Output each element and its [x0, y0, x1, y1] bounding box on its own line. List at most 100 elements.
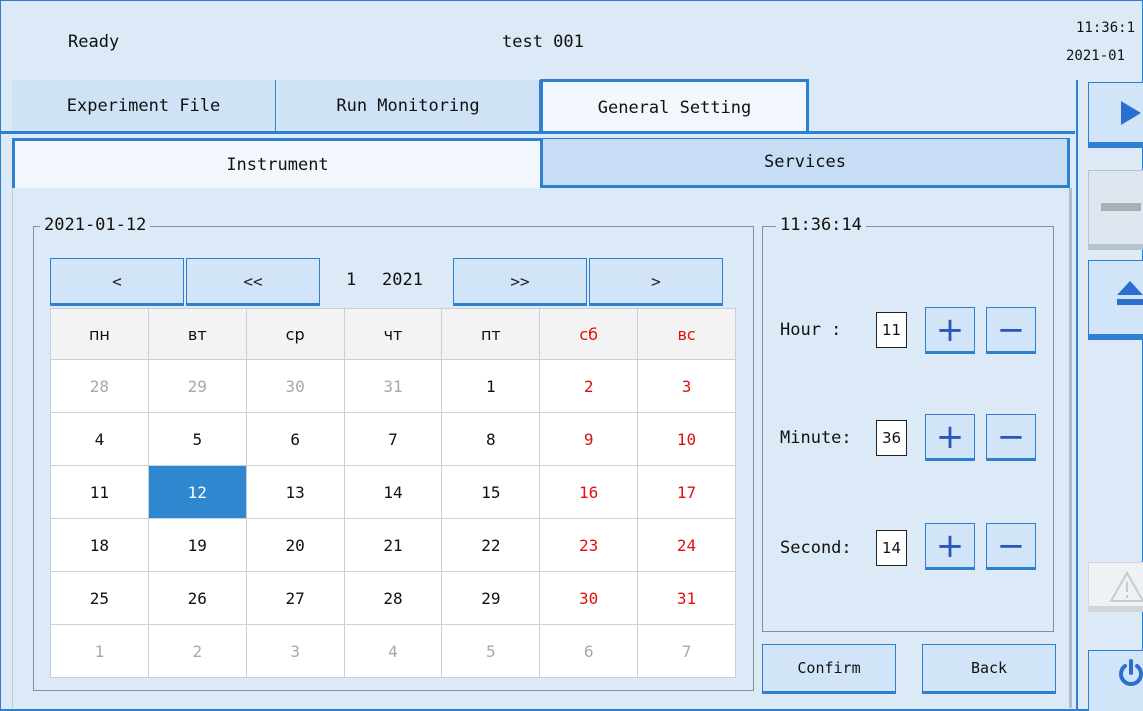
- tab-underline: [0, 131, 1075, 134]
- day-cell[interactable]: 5: [441, 624, 541, 678]
- minute-label: Minute:: [780, 428, 852, 448]
- weekday-header-row: пн вт ср чт пт сб вс: [50, 308, 736, 360]
- prev-year-button[interactable]: <<: [186, 258, 320, 306]
- back-button[interactable]: Back: [922, 644, 1056, 694]
- day-cell[interactable]: 2: [147, 624, 247, 678]
- day-cell[interactable]: 20: [245, 518, 345, 572]
- day-cell[interactable]: 4: [343, 624, 443, 678]
- day-cell[interactable]: 30: [245, 359, 345, 413]
- hour-decrement-button[interactable]: −: [986, 307, 1036, 354]
- weekday-sat: сб: [539, 308, 639, 360]
- day-cell[interactable]: 28: [50, 359, 149, 413]
- prev-month-button[interactable]: <: [50, 258, 184, 306]
- weekday-mon: пн: [50, 308, 149, 360]
- hour-label: Hour :: [780, 320, 842, 340]
- day-cell[interactable]: 29: [147, 359, 247, 413]
- run-button[interactable]: [1088, 82, 1143, 148]
- weekday-tue: вт: [147, 308, 247, 360]
- second-increment-button[interactable]: +: [925, 523, 975, 570]
- day-cell[interactable]: 1: [50, 624, 149, 678]
- minute-increment-button[interactable]: +: [925, 414, 975, 461]
- day-cell[interactable]: 13: [245, 465, 345, 519]
- tab-instrument[interactable]: Instrument: [12, 138, 540, 188]
- day-cell[interactable]: 29: [441, 571, 541, 625]
- day-cell[interactable]: 8: [441, 412, 541, 466]
- weekday-wed: ср: [245, 308, 345, 360]
- calendar-grid: пн вт ср чт пт сб вс 28 29 30 31 1 2 3 4…: [50, 308, 736, 678]
- eject-icon: [1115, 279, 1143, 313]
- day-cell[interactable]: 27: [245, 571, 345, 625]
- play-icon: [1119, 99, 1143, 131]
- day-cell[interactable]: 5: [147, 412, 247, 466]
- next-month-button[interactable]: >: [589, 258, 723, 306]
- stop-icon: [1101, 198, 1141, 217]
- week-row: 4 5 6 7 8 9 10: [50, 412, 736, 466]
- day-cell[interactable]: 21: [343, 518, 443, 572]
- eject-button[interactable]: [1088, 260, 1143, 340]
- date-legend: 2021-01-12: [40, 215, 151, 235]
- day-cell[interactable]: 25: [50, 571, 149, 625]
- second-label: Second:: [780, 538, 852, 558]
- tab-general-setting[interactable]: General Setting: [540, 79, 809, 133]
- day-cell[interactable]: 18: [50, 518, 149, 572]
- clock-date: 2021-01: [1066, 48, 1126, 64]
- day-cell[interactable]: 3: [245, 624, 345, 678]
- time-legend: 11:36:14: [776, 215, 866, 235]
- next-year-button[interactable]: >>: [453, 258, 587, 306]
- week-row: 18 19 20 21 22 23 24: [50, 518, 736, 572]
- week-row: 25 26 27 28 29 30 31: [50, 571, 736, 625]
- day-cell[interactable]: 9: [539, 412, 639, 466]
- status-label: Ready: [68, 32, 120, 52]
- day-cell[interactable]: 19: [147, 518, 247, 572]
- day-cell[interactable]: 31: [637, 571, 736, 625]
- day-cell[interactable]: 30: [539, 571, 639, 625]
- day-cell[interactable]: 22: [441, 518, 541, 572]
- hour-increment-button[interactable]: +: [925, 307, 975, 354]
- weekday-thu: чт: [343, 308, 443, 360]
- hour-field[interactable]: 11: [876, 312, 907, 348]
- day-cell[interactable]: 14: [343, 465, 443, 519]
- day-cell[interactable]: 26: [147, 571, 247, 625]
- power-icon: [1117, 659, 1143, 691]
- day-cell[interactable]: 4: [50, 412, 149, 466]
- week-row: 11 12 13 14 15 16 17: [50, 465, 736, 519]
- warning-icon: [1109, 570, 1143, 607]
- tab-run-monitoring[interactable]: Run Monitoring: [277, 80, 540, 132]
- weekday-fri: пт: [441, 308, 541, 360]
- day-cell[interactable]: 17: [637, 465, 736, 519]
- minute-decrement-button[interactable]: −: [986, 414, 1036, 461]
- clock-time: 11:36:1: [1076, 20, 1136, 36]
- day-cell[interactable]: 23: [539, 518, 639, 572]
- day-cell[interactable]: 24: [637, 518, 736, 572]
- side-divider: [1076, 80, 1078, 711]
- year-display: 2021: [382, 270, 423, 290]
- confirm-button[interactable]: Confirm: [762, 644, 896, 694]
- day-cell[interactable]: 2: [539, 359, 639, 413]
- day-cell[interactable]: 7: [343, 412, 443, 466]
- day-cell[interactable]: 6: [539, 624, 639, 678]
- tab-services[interactable]: Services: [540, 138, 1070, 188]
- day-cell[interactable]: 10: [637, 412, 736, 466]
- second-field[interactable]: 14: [876, 530, 907, 566]
- day-cell[interactable]: 6: [245, 412, 345, 466]
- power-button[interactable]: [1088, 650, 1143, 711]
- day-cell-selected[interactable]: 12: [147, 465, 247, 519]
- day-cell[interactable]: 7: [637, 624, 736, 678]
- weekday-sun: вс: [637, 308, 736, 360]
- week-row: 28 29 30 31 1 2 3: [50, 359, 736, 413]
- stop-button[interactable]: [1088, 170, 1143, 250]
- day-cell[interactable]: 3: [637, 359, 736, 413]
- day-cell[interactable]: 15: [441, 465, 541, 519]
- day-cell[interactable]: 11: [50, 465, 149, 519]
- minute-field[interactable]: 36: [876, 420, 907, 456]
- month-display: 1: [346, 270, 357, 290]
- day-cell[interactable]: 28: [343, 571, 443, 625]
- experiment-title: test 001: [502, 32, 584, 52]
- second-decrement-button[interactable]: −: [986, 523, 1036, 570]
- day-cell[interactable]: 1: [441, 359, 541, 413]
- week-row: 1 2 3 4 5 6 7: [50, 624, 736, 678]
- warning-button[interactable]: [1088, 562, 1143, 612]
- day-cell[interactable]: 16: [539, 465, 639, 519]
- day-cell[interactable]: 31: [343, 359, 443, 413]
- tab-experiment-file[interactable]: Experiment File: [12, 80, 276, 132]
